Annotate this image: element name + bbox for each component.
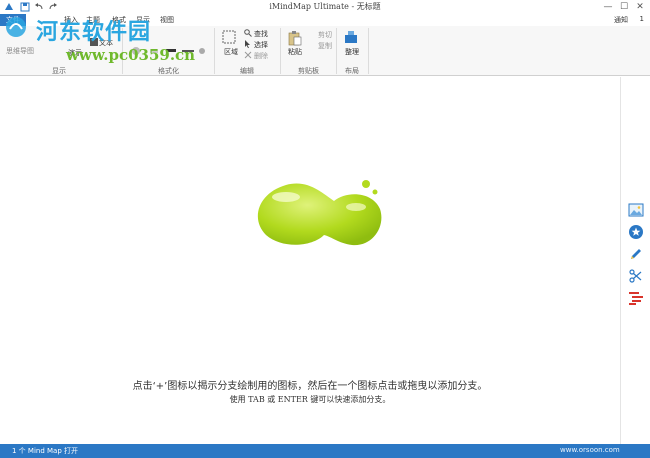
find-button[interactable]: 查找 [254,29,268,39]
minimize-button[interactable]: — [600,0,616,14]
delete-button[interactable]: 删除 [254,51,268,61]
arrange-icon[interactable] [344,30,358,44]
canvas-hint-main: 点击‘+’图标以揭示分支绘制用的图标，然后在一个图标点击或拖曳以添加分支。 [132,381,488,392]
cut-button[interactable]: 剪切 [318,30,332,40]
canvas-hint-sub: 使用 TAB 或 ENTER 键可以快速添加分支。 [229,395,391,404]
paste-icon[interactable] [288,30,302,46]
ribbon-separator [214,28,215,74]
right-toolbar [620,77,650,444]
clipboard-group-label: 剪贴板 [298,67,319,75]
watermark-title: 河东软件园 [36,20,152,45]
title-bar: iMindMap Ultimate - 无标题 — ☐ ✕ [0,0,650,14]
status-bar: 1 个 Mind Map 打开 [0,444,650,458]
watermark-logo-icon [6,17,26,37]
watermark-corner: www.orsoon.com [560,446,620,454]
outline-list-icon[interactable] [628,290,644,306]
watermark-url: www.pc0359.cn [66,46,196,64]
ribbon-separator [280,28,281,74]
paste-button[interactable]: 粘贴 [288,47,302,57]
central-idea-blob-icon[interactable] [252,175,392,255]
branch-tools-icon[interactable] [628,268,644,284]
window-title: iMindMap Ultimate - 无标题 [269,2,381,11]
search-icon [244,29,252,37]
area-select-icon[interactable] [222,30,236,44]
ribbon-separator [336,28,337,74]
pencil-icon[interactable] [628,246,644,262]
layout-group-label: 布局 [345,67,359,75]
edit-group-label: 编辑 [240,67,254,75]
image-icon[interactable] [628,202,644,218]
star-icon[interactable] [628,224,644,240]
display-group-label: 显示 [52,67,66,75]
delete-icon [244,51,252,59]
select-button[interactable]: 选择 [254,40,268,50]
copy-button[interactable]: 复制 [318,41,332,51]
arrange-button[interactable]: 整理 [345,47,359,57]
ribbon-separator [368,28,369,74]
cursor-icon [245,40,250,48]
notifications-button[interactable]: 通知 [614,15,628,25]
area-button[interactable]: 区域 [224,47,238,57]
format-group-label: 格式化 [158,67,179,75]
mindmap-canvas[interactable]: 点击‘+’图标以揭示分支绘制用的图标，然后在一个图标点击或拖曳以添加分支。 使用… [0,77,620,444]
notification-count: 1 [639,15,644,23]
close-button[interactable]: ✕ [632,0,648,14]
maximize-button[interactable]: ☐ [616,0,632,14]
tab-view[interactable]: 视图 [160,15,174,25]
display-mindmap-button[interactable]: 思维导图 [6,46,34,56]
status-text: 1 个 Mind Map 打开 [12,447,78,455]
